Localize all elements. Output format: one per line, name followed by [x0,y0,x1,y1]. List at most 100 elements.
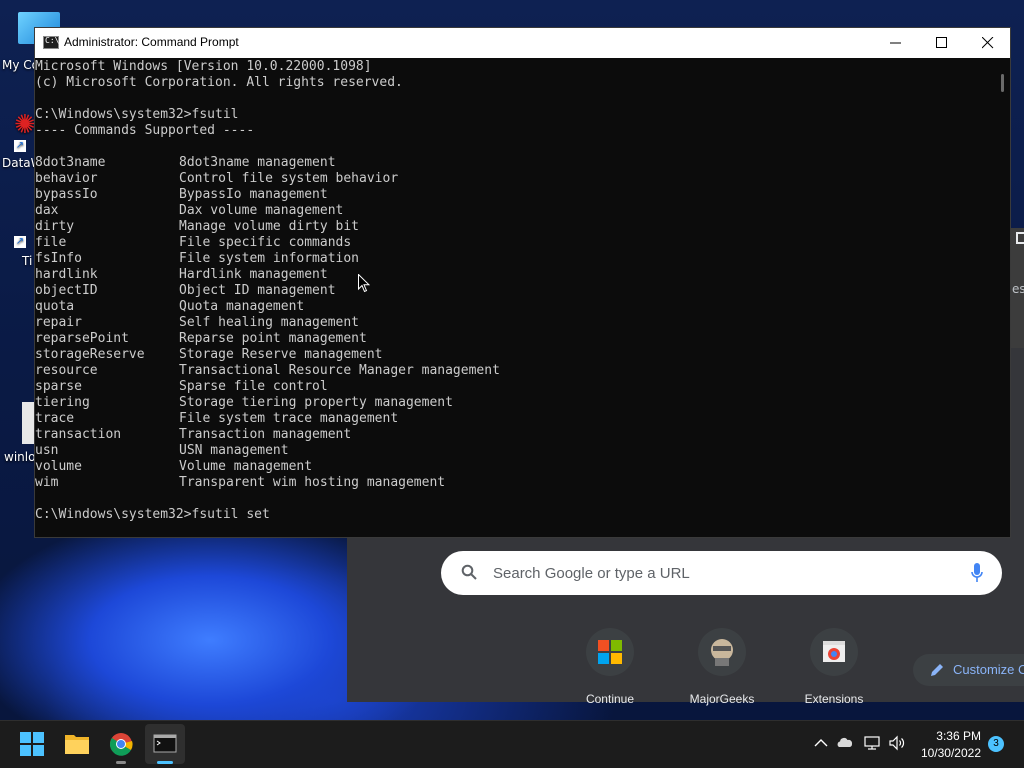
command-row: hardlink Hardlink management [35,267,995,283]
command-row: file File specific commands [35,235,995,251]
command-description: Hardlink management [179,267,328,282]
active-indicator [157,761,173,764]
desktop-icon-label: winlo [4,450,36,464]
taskbar-command-prompt[interactable] [145,724,185,764]
network-icon[interactable] [863,734,881,752]
clock-time[interactable]: 3:36 PM [917,729,981,743]
customize-label: Customize C [953,662,1024,677]
windows-logo-icon [20,732,44,756]
command-name: quota [35,299,75,314]
command-name: usn [35,443,59,458]
command-name: trace [35,411,75,426]
command-name: transaction [35,427,122,442]
window-titlebar[interactable]: C:\ Administrator: Command Prompt [35,28,1010,58]
command-row: storageReserve Storage Reserve management [35,347,995,363]
command-row: 8dot3name 8dot3name management [35,155,995,171]
chrome-icon [109,733,133,756]
command-name: file [35,235,67,250]
chevron-up-icon[interactable] [812,734,830,752]
taskbar-file-explorer[interactable] [57,724,97,764]
command-row: repair Self healing management [35,315,995,331]
command-description: File specific commands [179,235,352,250]
console-line: ---- Commands Supported ---- [35,123,255,138]
minimize-icon [890,42,901,44]
side-panel-icon[interactable] [1016,232,1024,244]
console-prompt-line: C:\Windows\system32>fsutil set [35,507,270,522]
command-description: Transaction management [179,427,352,442]
microphone-icon[interactable] [970,562,984,584]
close-button[interactable] [965,28,1011,58]
clock-date[interactable]: 10/30/2022 [912,746,981,760]
taskbar-chrome[interactable] [101,724,141,764]
command-row: usn USN management [35,443,995,459]
terminal-icon [153,734,177,753]
shortcut-circle [810,628,858,676]
desktop-icon-label: Ti [22,254,33,268]
command-name: storageReserve [35,347,145,362]
command-name: objectID [35,283,98,298]
command-description: Storage Reserve management [179,347,383,362]
console-prompt-line: C:\Windows\system32>fsutil [35,107,239,122]
command-name: hardlink [35,267,98,282]
onedrive-cloud-icon[interactable] [836,734,854,752]
minimize-button[interactable] [873,28,919,58]
mouse-cursor-icon [358,274,370,293]
command-description: Transactional Resource Manager managemen… [179,363,500,378]
command-row: bypassIo BypassIo management [35,187,995,203]
command-row: dirty Manage volume dirty bit [35,219,995,235]
console-output[interactable]: Microsoft Windows [Version 10.0.22000.10… [35,58,995,537]
console-line: (c) Microsoft Corporation. All rights re… [35,75,403,90]
command-row: objectID Object ID management [35,283,995,299]
maximize-button[interactable] [919,28,965,58]
command-description: Self healing management [179,315,360,330]
command-name: fsInfo [35,251,82,266]
command-row: reparsePoint Reparse point management [35,331,995,347]
command-prompt-window[interactable]: C:\ Administrator: Command Prompt Micros… [34,27,1011,538]
command-row: sparse Sparse file control [35,379,995,395]
volume-icon[interactable] [888,734,906,752]
close-icon [982,37,994,49]
command-name: dax [35,203,59,218]
shortcut-circle [698,628,746,676]
shortcut-tile-extensions[interactable]: Extensions [779,628,889,708]
folder-icon [65,735,89,754]
search-input[interactable] [493,561,953,585]
command-name: resource [35,363,98,378]
command-row: resource Transactional Resource Manager m… [35,363,995,379]
command-name: wim [35,475,59,490]
command-prompt-icon: C:\ [43,36,59,49]
command-name: sparse [35,379,82,394]
command-description: BypassIo management [179,187,328,202]
command-description: Dax volume management [179,203,344,218]
command-description: Quota management [179,299,305,314]
command-row: transaction Transaction management [35,427,995,443]
command-description: 8dot3name management [179,155,336,170]
scrollbar-thumb[interactable] [1001,74,1004,92]
command-name: volume [35,459,82,474]
command-name: tiering [35,395,90,410]
google-search-box[interactable] [441,551,1002,595]
shortcut-tile-continue[interactable]: Continue [555,628,665,708]
pencil-icon [931,664,943,676]
shortcut-circle [586,628,634,676]
shortcut-tile-majorgeeks[interactable]: MajorGeeks [667,628,777,708]
chrome-webstore-icon [823,641,845,662]
customize-chrome-button[interactable]: Customize C [913,654,1024,686]
command-name: dirty [35,219,75,234]
command-description: Sparse file control [179,379,328,394]
command-list: 8dot3name 8dot3name management behavior Con… [35,155,995,491]
side-panel-text: es [1012,282,1024,296]
command-description: Reparse point management [179,331,367,346]
shortcut-arrow-icon: ↗ [14,140,26,152]
scrollbar[interactable] [996,58,1010,537]
command-description: Volume management [179,459,313,474]
console-line: Microsoft Windows [Version 10.0.22000.10… [35,59,372,74]
notification-badge[interactable]: 3 [988,736,1004,752]
command-row: fsInfo File system information [35,251,995,267]
microsoft-logo-icon [598,640,622,664]
start-button[interactable] [12,724,52,764]
running-indicator [116,761,126,764]
